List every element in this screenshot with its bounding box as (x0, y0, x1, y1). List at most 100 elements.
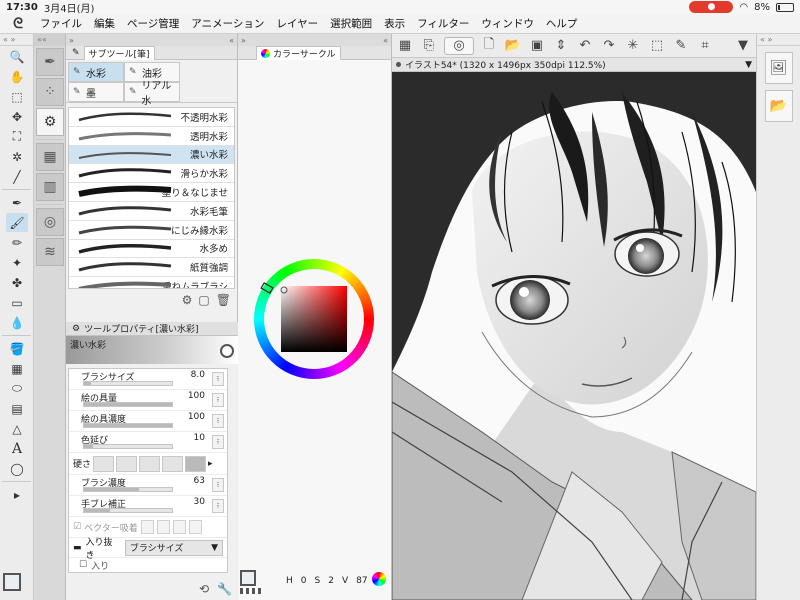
navigator-icon[interactable]: ◎ (36, 208, 64, 236)
crop-icon[interactable]: ⌗ (696, 37, 714, 55)
pressure-icon[interactable]: ⁝ (212, 435, 224, 449)
fill-tool-icon[interactable]: 🪣 (6, 339, 28, 358)
brush-item[interactable]: 塗り＆なじませ (69, 183, 234, 202)
toolprop-title[interactable]: ツールプロパティ[濃い水彩] (84, 322, 198, 335)
open-file-icon[interactable]: 📂 (504, 37, 522, 55)
frame-tool-icon[interactable]: ▤ (6, 399, 28, 418)
brush-item[interactable]: 滑らか水彩 (69, 164, 234, 184)
prop-paint-amount[interactable]: 絵の具量 100 ⁝ (69, 390, 227, 411)
new-subtool-icon[interactable]: ▢ (198, 293, 209, 307)
menu-file[interactable]: ファイル (34, 16, 88, 31)
copy-icon[interactable]: ⎘ (420, 37, 438, 55)
decoration-tool-icon[interactable]: ✤ (6, 273, 28, 292)
grid-menu-icon[interactable]: ▦ (396, 37, 414, 55)
chevron-down-icon[interactable]: ▼ (734, 37, 752, 55)
stepper-icon[interactable]: ⇕ (552, 37, 570, 55)
checkbox-empty-icon[interactable]: ☐ (79, 560, 87, 570)
gradient-tool-icon[interactable]: ▦ (6, 359, 28, 378)
recording-indicator-icon[interactable]: ● (689, 1, 734, 13)
prop-stabilization[interactable]: 手ブレ補正 30 ⁝ (69, 496, 227, 517)
correction-tool-icon[interactable]: ▸ (6, 485, 28, 504)
main-color-chip[interactable] (240, 570, 256, 586)
chevron-right-icon[interactable]: ▸ (208, 459, 213, 469)
blend-tool-icon[interactable]: 💧 (6, 313, 28, 332)
prop-fade-in[interactable]: ☐ 入り (69, 558, 227, 572)
checkbox-icon[interactable]: ☑ (73, 522, 81, 532)
pressure-icon[interactable]: ⁝ (212, 499, 224, 513)
trash-icon[interactable]: 🗑 (216, 293, 231, 307)
grid-panel-icon[interactable]: ▦ (36, 143, 64, 171)
balloon-tool-icon[interactable]: ◯ (6, 459, 28, 478)
pen-edit-icon[interactable]: ✎ (672, 37, 690, 55)
collapse-left-icon[interactable]: « » (0, 34, 33, 46)
auto-select-tool-icon[interactable]: ✲ (6, 147, 28, 166)
eraser-tool-icon[interactable]: ▭ (6, 293, 28, 312)
main-color-swatch[interactable] (3, 573, 21, 591)
brush-item[interactable]: にじみ縁水彩 (69, 221, 234, 240)
reset-icon[interactable]: ⟲ (199, 582, 209, 596)
app-logo-icon[interactable]: ᘓ (8, 16, 28, 32)
menu-edit[interactable]: 編集 (88, 16, 121, 31)
pressure-icon[interactable]: ⁝ (212, 414, 224, 428)
new-file-icon[interactable]: 🗋 (480, 37, 498, 55)
brush-settings-icon[interactable]: ⚙ (36, 108, 64, 136)
airbrush-tool-icon[interactable]: ✦ (6, 253, 28, 272)
clear-icon[interactable]: ✳ (624, 37, 642, 55)
subtool-settings-icon[interactable]: ⚙ (182, 293, 193, 307)
move-tool-icon[interactable]: ✥ (6, 107, 28, 126)
pen-subtool-icon[interactable]: ✒ (36, 48, 64, 76)
selection-tool-icon[interactable]: ⛶ (6, 127, 28, 146)
brush-tool-icon[interactable]: 🖌 (6, 213, 28, 232)
menu-window[interactable]: ウィンドウ (475, 16, 540, 31)
menu-filter[interactable]: フィルター (411, 16, 475, 31)
brush-item[interactable]: 水彩毛筆 (69, 202, 234, 221)
figure-tool-icon[interactable]: ⬭ (6, 379, 28, 398)
collapse-right-icon[interactable]: « » (757, 34, 800, 46)
group-tab-watercolor[interactable]: ✎ 水彩 (68, 62, 124, 82)
redo-icon[interactable]: ↷ (600, 37, 618, 55)
magnify-icon[interactable] (220, 344, 234, 358)
brush-item[interactable]: 濃い水彩 (69, 145, 234, 165)
menu-layer[interactable]: レイヤー (270, 16, 324, 31)
group-tab-real-water[interactable]: ✎ リアル水 (124, 81, 180, 107)
transform-icon[interactable]: ⬚ (648, 37, 666, 55)
wrench-settings-icon[interactable]: 🔧 (217, 582, 232, 596)
menu-view[interactable]: 表示 (378, 16, 411, 31)
brush-item[interactable]: 水多め (69, 240, 234, 259)
operation-tool-icon[interactable]: ⬚ (6, 87, 28, 106)
material-panel-icon[interactable]: 📂 (764, 90, 793, 122)
brush-item[interactable]: 重ねムラブラシ (69, 277, 234, 288)
dot-subtool-icon[interactable]: ⁘ (36, 78, 64, 106)
prop-brush-density[interactable]: ブラシ濃度 63 ⁝ (69, 475, 227, 496)
navigator-panel-icon[interactable]: 🖼 (764, 52, 793, 84)
transparent-chip-icon[interactable] (240, 588, 262, 594)
pressure-icon[interactable]: ⁝ (212, 478, 224, 492)
brush-item[interactable]: 透明水彩 (69, 127, 234, 146)
menu-animation[interactable]: アニメーション (185, 16, 270, 31)
layer-stack-icon[interactable]: ≋ (36, 238, 64, 266)
brush-item[interactable]: 不透明水彩 (69, 108, 234, 127)
hand-tool-icon[interactable]: ✋ (6, 67, 28, 86)
document-tab[interactable]: イラスト54* (1320 x 1496px 350dpi 112.5%) ▼ (392, 58, 756, 72)
pressure-icon[interactable]: ⁝ (212, 393, 224, 407)
prop-brush-size[interactable]: ブラシサイズ 8.0 ⁝ (69, 369, 227, 390)
subtool-panel-title[interactable]: サブツール[筆] (83, 45, 155, 60)
ruler-tool-icon[interactable]: △ (6, 419, 28, 438)
collapse-minus-icon[interactable]: ▬ (73, 543, 82, 553)
fade-select[interactable]: ブラシサイズ ▼ (124, 539, 223, 556)
collapse-subtool-icon[interactable]: «« (34, 34, 65, 46)
prop-hardness[interactable]: 硬さ ▸ (69, 453, 227, 475)
pencil-tool-icon[interactable]: ✏ (6, 233, 28, 252)
menu-selection[interactable]: 選択範囲 (324, 16, 378, 31)
color-wheel[interactable] (254, 259, 374, 379)
zoom-tool-icon[interactable]: 🔍 (6, 47, 28, 66)
color-panel-title[interactable]: カラーサークル (273, 47, 336, 60)
clip-studio-icon[interactable]: ◎ (444, 36, 474, 55)
save-icon[interactable]: ▣ (528, 37, 546, 55)
pressure-icon[interactable]: ⁝ (212, 372, 224, 386)
brush-item[interactable]: 紙質強調 (69, 258, 234, 278)
color-mode-icon[interactable] (372, 572, 386, 586)
illustration-canvas[interactable] (392, 72, 756, 600)
text-tool-icon[interactable]: A (6, 439, 28, 458)
menu-page[interactable]: ページ管理 (121, 16, 185, 31)
